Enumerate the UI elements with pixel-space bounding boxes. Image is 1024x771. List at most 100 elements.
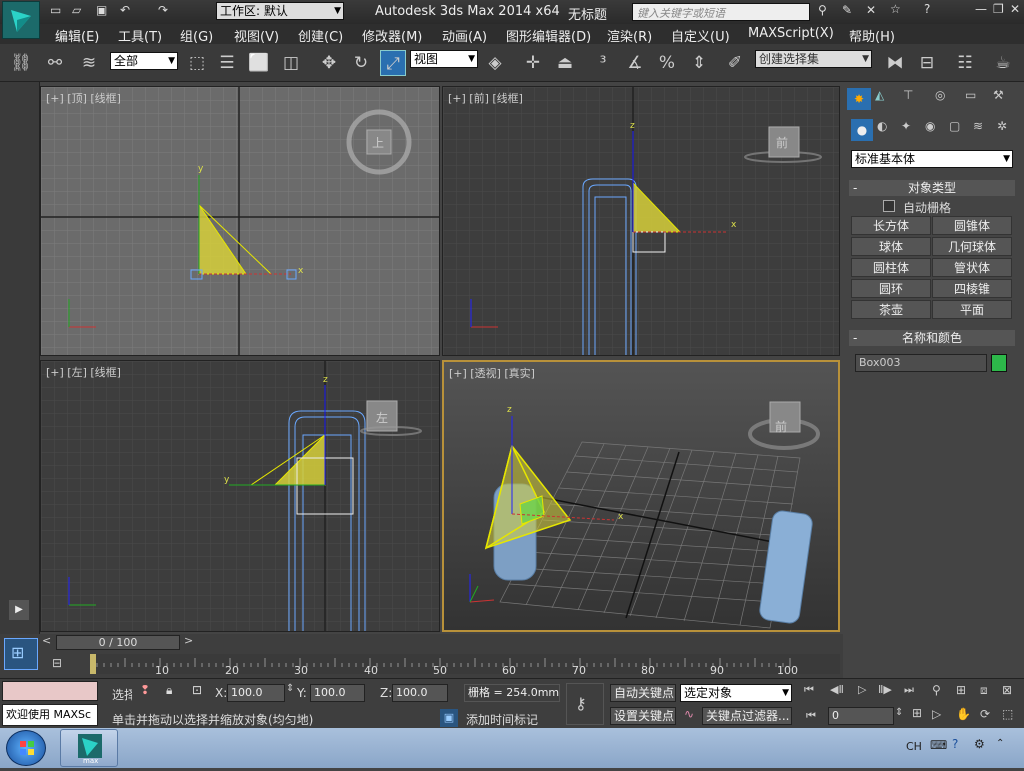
utilities-tab-icon[interactable]: ⚒	[993, 88, 1004, 102]
time-marker[interactable]	[90, 654, 96, 674]
pivot-center-icon[interactable]: ◈	[482, 50, 508, 76]
viewcube-persp-face[interactable]: 前	[775, 418, 787, 435]
time-config-icon[interactable]: ⊞	[912, 706, 922, 720]
modify-tab-icon[interactable]: ◭	[875, 88, 884, 102]
edit-named-sel-icon[interactable]: ✐	[722, 50, 748, 76]
viewcube-top-face[interactable]: 上	[372, 134, 384, 151]
absolute-mode-icon[interactable]: ⊡	[192, 683, 202, 697]
zoom-extents-icon[interactable]: ⧈	[980, 683, 988, 698]
unlink-icon[interactable]: ⚯	[42, 50, 68, 76]
cameras-icon[interactable]: ◉	[925, 119, 935, 133]
selection-filter-dropdown[interactable]: 全部 ▼	[110, 52, 178, 70]
align-icon[interactable]: ⊟	[914, 50, 940, 76]
tray-expand-icon[interactable]: ⌃	[996, 738, 1004, 749]
object-color-swatch[interactable]	[991, 354, 1007, 372]
link-icon[interactable]: ⛓	[8, 50, 34, 76]
autogrid-checkbox[interactable]	[883, 200, 895, 212]
object-type-rollout[interactable]: - 对象类型	[849, 180, 1015, 196]
maxscript-listener-white[interactable]: 欢迎使用 MAXSc	[2, 704, 98, 726]
close-button[interactable]: ✕	[1010, 2, 1020, 16]
z-coord-field[interactable]: 100.0	[392, 684, 448, 702]
systems-icon[interactable]: ✲	[997, 119, 1007, 133]
app-logo-button[interactable]	[2, 1, 40, 39]
render-setup-icon[interactable]: ☕	[990, 50, 1016, 76]
menu-rendering[interactable]: 渲染(R)	[607, 26, 652, 45]
set-key-button[interactable]: 设置关键点	[610, 707, 676, 725]
help-tray-icon[interactable]: ?	[952, 737, 958, 751]
teapot-button[interactable]: 茶壶	[851, 300, 931, 319]
viewport-perspective[interactable]: z x [+] [透视] [真实] 前	[442, 360, 840, 632]
viewport-left[interactable]: z y [+] [左] [线框] 左	[40, 360, 440, 632]
orbit-icon[interactable]: ⟳	[980, 707, 990, 721]
maxscript-listener-pink[interactable]	[2, 681, 98, 701]
fov-icon[interactable]: ▷	[932, 707, 941, 721]
geometry-icon[interactable]: ●	[851, 119, 873, 141]
menu-create[interactable]: 创建(C)	[298, 26, 343, 45]
frame-spinner-icon[interactable]: ⇕	[895, 707, 903, 718]
rect-selection-icon[interactable]: ⬜	[246, 50, 272, 76]
spacewarps-icon[interactable]: ≋	[973, 119, 983, 133]
cylinder-button[interactable]: 圆柱体	[851, 258, 931, 277]
prev-frame-icon[interactable]: ◀Ⅱ	[830, 683, 844, 696]
binoculars-icon[interactable]: ⚲	[818, 3, 827, 17]
cone-button[interactable]: 圆锥体	[932, 216, 1012, 235]
pyramid-button[interactable]: 四棱锥	[932, 279, 1012, 298]
open-file-icon[interactable]: ▱	[72, 3, 81, 17]
menu-group[interactable]: 组(G)	[180, 26, 213, 45]
y-coord-field[interactable]: 100.0	[310, 684, 365, 702]
shapes-icon[interactable]: ◐	[877, 119, 887, 133]
viewport-persp-label[interactable]: [+] [透视] [真实]	[449, 365, 535, 381]
torus-button[interactable]: 圆环	[851, 279, 931, 298]
menu-tools[interactable]: 工具(T)	[118, 26, 162, 45]
menu-maxscript[interactable]: MAXScript(X)	[748, 26, 834, 41]
viewport-left-label[interactable]: [+] [左] [线框]	[46, 364, 121, 380]
lock-selection-icon[interactable]: 🔒︎	[166, 683, 172, 698]
mirror-icon[interactable]: ⧓	[882, 50, 908, 76]
create-tab-icon[interactable]: ✸	[847, 88, 871, 110]
minimize-button[interactable]: —	[975, 2, 987, 16]
category-dropdown[interactable]: 标准基本体 ▼	[851, 150, 1013, 168]
track-bar[interactable]	[89, 654, 840, 674]
angle-snap-icon[interactable]: ∡	[622, 50, 648, 76]
maximize-viewport-icon[interactable]: ⬚	[1002, 707, 1013, 721]
viewport-front-label[interactable]: [+] [前] [线框]	[448, 90, 523, 106]
window-crossing-icon[interactable]: ◫	[278, 50, 304, 76]
settings-tray-icon[interactable]: ⚙	[974, 737, 985, 751]
tube-button[interactable]: 管状体	[932, 258, 1012, 277]
mini-listener-toggle[interactable]: ⊞	[4, 638, 38, 670]
ref-coord-dropdown[interactable]: 视图 ▼	[410, 50, 478, 68]
select-by-name-icon[interactable]: ☰	[214, 50, 240, 76]
key-mode-icon[interactable]: ⏮	[806, 709, 816, 723]
zoom-extents-all-icon[interactable]: ⊠	[1002, 683, 1012, 697]
geosphere-button[interactable]: 几何球体	[932, 237, 1012, 256]
select-manipulate-icon[interactable]: ✛	[520, 50, 546, 76]
curve-icon[interactable]: ∿	[684, 707, 694, 721]
helpers-icon[interactable]: ▢	[949, 119, 960, 133]
redo-icon[interactable]: ↷	[158, 3, 168, 17]
time-next-arrow[interactable]: >	[184, 634, 193, 647]
lights-icon[interactable]: ✦	[901, 119, 911, 133]
menu-edit[interactable]: 编辑(E)	[55, 26, 99, 45]
zoom-icon[interactable]: ⚲	[932, 683, 941, 697]
spinner-snap-icon[interactable]: ⇕	[686, 50, 712, 76]
favorite-star-icon[interactable]: ☆	[890, 2, 901, 16]
select-object-icon[interactable]: ⬚	[184, 50, 210, 76]
viewport-top[interactable]: y x [+] [顶] [线框] 上	[40, 86, 440, 356]
time-tag-icon[interactable]: ▣	[440, 709, 458, 727]
viewport-top-label[interactable]: [+] [顶] [线框]	[46, 90, 121, 106]
isolate-icon[interactable]: ❢	[140, 683, 150, 697]
hierarchy-tab-icon[interactable]: ⊤	[903, 88, 913, 102]
box-button[interactable]: 长方体	[851, 216, 931, 235]
taskbar-3dsmax-button[interactable]: max	[60, 729, 118, 767]
snaps-toggle-icon[interactable]: ³	[590, 50, 616, 76]
help-icon[interactable]: ?	[924, 2, 930, 16]
key-filters-button[interactable]: 关键点过滤器...	[702, 707, 792, 725]
play-icon[interactable]: ▷	[858, 683, 866, 696]
next-frame-icon[interactable]: Ⅱ▶	[878, 683, 892, 696]
object-name-field[interactable]: Box003	[855, 354, 987, 372]
goto-start-icon[interactable]: ⏮	[804, 683, 814, 697]
expand-arrow-icon[interactable]: ▶	[9, 600, 29, 620]
viewcube-left-face[interactable]: 左	[376, 409, 388, 426]
bind-spacewarp-icon[interactable]: ≋	[76, 50, 102, 76]
zoom-all-icon[interactable]: ⊞	[956, 683, 966, 697]
